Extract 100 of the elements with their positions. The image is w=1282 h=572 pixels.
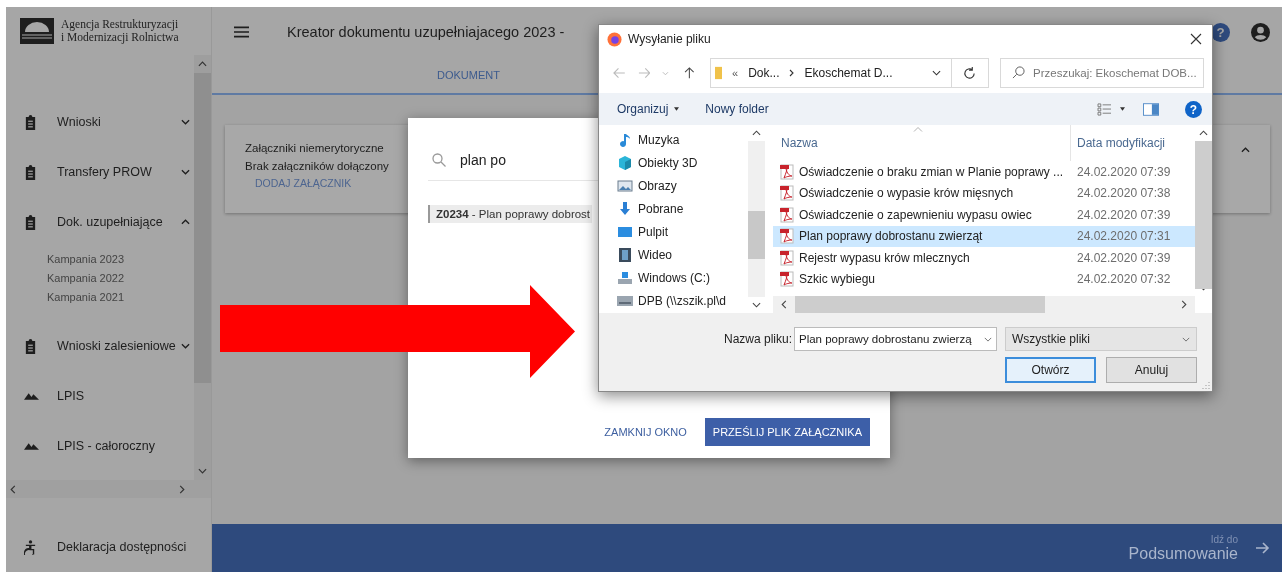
scroll-right-icon[interactable] <box>1181 300 1187 309</box>
file-row[interactable]: Plan poprawy dobrostanu zwierząt 24.02.2020 07:31 <box>773 225 1195 247</box>
logo-icon <box>20 18 54 44</box>
file-row[interactable]: Oświadczenie o braku zmian w Planie poprawy ... 24.02.2020 07:39 <box>773 161 1195 183</box>
pdf-file-icon <box>780 228 794 245</box>
file-row[interactable]: Szkic wybiegu 24.02.2020 07:32 <box>773 268 1195 290</box>
close-icon[interactable] <box>1190 33 1202 45</box>
scroll-left-icon[interactable] <box>10 484 16 494</box>
browser-icon <box>607 31 622 47</box>
scroll-left-icon[interactable] <box>781 300 787 309</box>
search-result[interactable]: Z0234 - Plan poprawy dobrost <box>428 205 592 223</box>
card-text: Brak załączników dołączony <box>245 159 389 174</box>
pdf-file-icon <box>780 163 794 180</box>
folder-nav-item[interactable]: Windows (C:) <box>617 266 748 289</box>
refresh-icon <box>963 66 977 80</box>
sidebar-subitem[interactable]: Kampania 2022 <box>47 269 194 288</box>
film-icon <box>617 246 633 263</box>
file-name-field[interactable]: Plan poprawy dobrostanu zwierzą <box>794 327 997 351</box>
pdf-file-icon <box>780 206 794 223</box>
cube-icon <box>617 154 633 171</box>
file-type-dropdown[interactable]: Wszystkie pliki <box>1005 327 1197 351</box>
collapse-chevron-icon <box>1241 147 1250 153</box>
sidebar-item[interactable]: Deklaracja dostępności <box>6 522 211 572</box>
folder-nav-item[interactable]: DPB (\\zszik.pl\d <box>617 289 748 312</box>
pdf-file-icon <box>780 185 794 202</box>
caret-icon <box>674 107 680 111</box>
sidebar-item[interactable]: LPIS - całoroczny <box>6 421 194 471</box>
sidebar-item[interactable]: Wnioski zalesieniowe <box>6 321 194 371</box>
resize-grip-icon[interactable] <box>1202 381 1210 389</box>
folder-icon <box>715 66 722 80</box>
address-bar[interactable]: « Dok... Ekoschemat D... <box>710 58 989 88</box>
file-row[interactable]: Oświadczenie o wypasie krów mięsnych 24.02.2020 07:38 <box>773 182 1195 204</box>
sort-caret-icon <box>913 127 923 132</box>
next-step-label: Idź do <box>1209 533 1238 545</box>
mountains-icon <box>24 392 39 400</box>
search-icon <box>432 153 446 167</box>
card-heading: Załączniki niemerytoryczne <box>245 141 385 156</box>
clipboard-icon <box>24 114 37 130</box>
music-note-icon <box>617 131 633 148</box>
sidebar-item[interactable]: LPIS <box>6 371 194 421</box>
pdf-file-icon <box>780 249 794 266</box>
scrollbar[interactable] <box>1195 125 1212 296</box>
sidebar-subitem[interactable]: Kampania 2023 <box>47 250 194 269</box>
caret-icon[interactable] <box>932 70 941 76</box>
scroll-up-icon[interactable] <box>198 61 207 67</box>
logo-text: Agencja Restrukturyzacji i Modernizacji Rolnictwa <box>61 18 179 44</box>
cancel-button[interactable]: Anuluj <box>1106 357 1197 383</box>
caret-icon[interactable] <box>1120 107 1125 111</box>
file-name-label: Nazwa pliku: <box>723 332 792 346</box>
sidebar-subitem[interactable]: Kampania 2021 <box>47 288 194 307</box>
clipboard-icon <box>24 164 37 180</box>
user-account-icon[interactable] <box>1251 22 1270 42</box>
chevron-icon <box>181 169 190 175</box>
view-options-icon[interactable] <box>1097 102 1112 116</box>
sidebar-item[interactable]: Wnioski <box>6 97 194 147</box>
scroll-right-icon[interactable] <box>179 484 185 494</box>
drive-icon <box>617 269 633 286</box>
chevron-icon <box>181 343 190 349</box>
dialog-title: Wysyłanie pliku <box>628 32 711 46</box>
breadcrumb-separator-icon <box>789 69 795 77</box>
clipboard-icon <box>24 338 37 354</box>
chevron-icon <box>181 119 190 125</box>
folder-nav-item[interactable]: Pobrane <box>617 197 748 220</box>
up-arrow-icon[interactable] <box>683 67 696 79</box>
horizontal-scrollbar[interactable] <box>6 480 211 498</box>
caret-icon <box>984 336 992 342</box>
menu-icon[interactable] <box>234 26 249 38</box>
page-title: Kreator dokumentu uzupełniajacego 2023 - <box>287 24 565 40</box>
close-button[interactable]: ZAMKNIJ OKNO <box>596 418 695 446</box>
caret-icon <box>1182 336 1190 342</box>
pdf-file-icon <box>780 271 794 288</box>
toolbar-button[interactable]: Organizuj <box>617 102 680 116</box>
file-row[interactable]: Rejestr wypasu krów mlecznych 24.02.2020 07:39 <box>773 247 1195 269</box>
next-step-link[interactable]: Podsumowanie <box>1128 544 1238 563</box>
folder-nav-item[interactable]: Obiekty 3D <box>617 151 748 174</box>
file-row[interactable]: Oświadczenie o zapewnieniu wypasu owiec 24.02.2020 07:39 <box>773 204 1195 226</box>
folder-nav-item[interactable]: Muzyka <box>617 128 748 151</box>
search-icon <box>1012 66 1025 79</box>
search-field[interactable]: Przeszukaj: Ekoschemat DOB... <box>1000 58 1204 88</box>
folder-nav-item[interactable]: Wideo <box>617 243 748 266</box>
chevron-icon <box>181 219 190 225</box>
open-button[interactable]: Otwórz <box>1005 357 1096 383</box>
scroll-up-icon[interactable] <box>752 130 761 136</box>
accessibility-icon <box>24 539 37 555</box>
sidebar-item[interactable]: Transfery PROW <box>6 147 194 197</box>
folder-nav-item[interactable]: Obrazy <box>617 174 748 197</box>
mountains-icon <box>24 442 39 450</box>
help-icon[interactable]: ? <box>1185 100 1202 118</box>
folder-nav-item[interactable]: Pulpit <box>617 220 748 243</box>
column-header[interactable]: Nazwa <box>781 136 1070 150</box>
preview-pane-icon[interactable] <box>1143 102 1159 116</box>
upload-button[interactable]: PRZEŚLIJ PLIK ZAŁĄCZNIKA <box>704 418 870 446</box>
picture-icon <box>617 177 633 194</box>
arrow-right-icon[interactable] <box>1256 541 1270 555</box>
horizontal-scrollbar[interactable] <box>773 296 1195 313</box>
scrollbar[interactable] <box>194 55 211 480</box>
sidebar-item[interactable]: Dok. uzupełniające <box>6 197 194 247</box>
scroll-up-icon[interactable] <box>1199 130 1208 136</box>
clipboard-icon <box>24 214 37 230</box>
toolbar-button[interactable]: Nowy folder <box>705 102 769 116</box>
